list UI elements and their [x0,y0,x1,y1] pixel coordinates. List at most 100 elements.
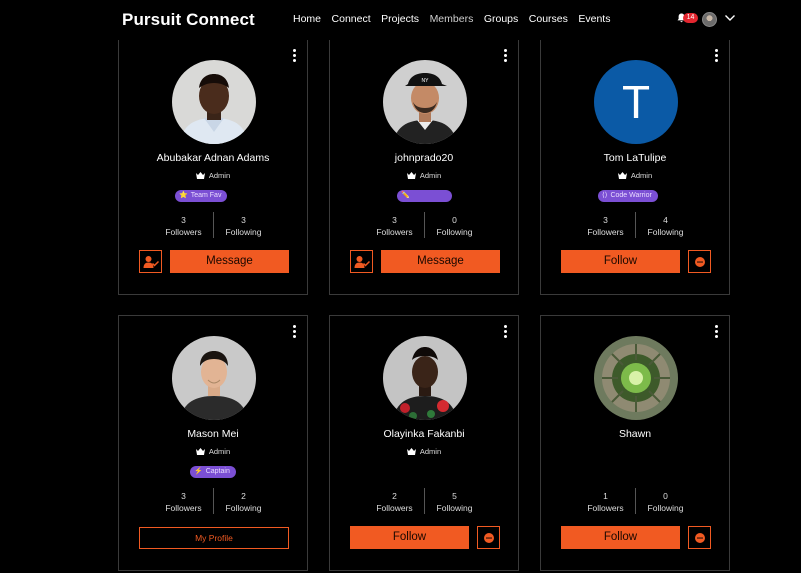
following-count: 0 [452,215,457,225]
following-label: Following [225,227,262,237]
nav-events[interactable]: Events [578,13,610,25]
chat-button[interactable] [477,526,500,549]
user-check-icon [354,255,370,268]
nav-courses[interactable]: Courses [529,13,568,25]
following-label: Following [225,503,262,513]
crown-icon [195,172,205,179]
nav-members[interactable]: Members [430,13,474,25]
member-role: Admin [541,171,729,180]
followers-stat[interactable]: 2 Followers [372,490,417,514]
member-avatar[interactable] [172,336,256,420]
code-icon: ⟨⟩ [602,192,608,199]
following-stat[interactable]: 0 Following [427,214,482,238]
member-avatar[interactable] [172,60,256,144]
following-label: Following [647,503,684,513]
following-stat[interactable]: 5 Following [427,490,482,514]
following-count: 0 [663,491,668,501]
member-card: Abubakar Adnan Adams Admin ⭐ Team Fav 3 Fo… [118,40,308,295]
stats-divider [213,488,214,514]
following-stat[interactable]: 2 Following [216,490,271,514]
member-card: Olayinka Fakanbi Admin 2 Followers 5 Follo… [329,315,519,571]
following-label: Following [436,227,473,237]
following-count: 3 [241,215,246,225]
friend-status-button[interactable] [350,250,373,273]
more-options-icon[interactable] [292,325,296,338]
member-avatar[interactable] [594,336,678,420]
member-card: NY johnprado20 Admin ✏️ 3 Followers 0 Foll… [329,40,519,295]
member-name[interactable]: johnprado20 [330,152,518,164]
followers-stat[interactable]: 3 Followers [161,214,206,238]
member-name[interactable]: Olayinka Fakanbi [330,428,518,440]
role-label: Admin [208,171,231,180]
member-avatar[interactable] [383,336,467,420]
followers-count: 1 [603,491,608,501]
member-stats: 3 Followers 2 Following [119,488,307,514]
pencil-icon: ✏️ [401,192,410,199]
crown-icon [617,172,627,179]
role-label: Admin [208,447,231,456]
friend-status-button[interactable] [139,250,162,273]
followers-stat[interactable]: 3 Followers [161,490,206,514]
brand-logo[interactable]: Pursuit Connect [122,10,255,30]
more-options-icon[interactable] [714,49,718,62]
message-button[interactable]: Message [381,250,500,273]
follow-button[interactable]: Follow [350,526,469,549]
followers-stat[interactable]: 3 Followers [372,214,417,238]
role-label: Admin [419,447,442,456]
more-options-icon[interactable] [503,325,507,338]
follow-button[interactable]: Follow [561,526,680,549]
stats-divider [635,212,636,238]
more-options-icon[interactable] [503,49,507,62]
member-role: Admin [330,447,518,456]
members-page: Pursuit Connect Home Connect Projects Me… [0,0,801,573]
member-stats: 1 Followers 0 Following [541,488,729,514]
followers-count: 3 [181,215,186,225]
member-role: Admin [119,171,307,180]
badge-label: Code Warrior [610,192,652,199]
stats-divider [213,212,214,238]
chevron-down-icon[interactable] [724,13,736,23]
followers-label: Followers [587,503,624,513]
member-badge: ⚡ Captain [190,466,236,478]
nav-groups[interactable]: Groups [484,13,518,25]
followers-count: 3 [392,215,397,225]
crown-icon [195,448,205,455]
account-avatar[interactable] [702,12,717,27]
star-icon: ⭐ [179,192,188,199]
member-badge: ✏️ [397,190,452,202]
following-count: 2 [241,491,246,501]
nav-connect[interactable]: Connect [332,13,371,25]
member-stats: 3 Followers 0 Following [330,212,518,238]
nav-home[interactable]: Home [293,13,321,25]
chat-button[interactable] [688,526,711,549]
member-stats: 3 Followers 3 Following [119,212,307,238]
message-button[interactable]: Message [170,250,289,273]
followers-count: 3 [603,215,608,225]
member-card: T Tom LaTulipe Admin ⟨⟩ Code Warrior 3 Fol… [540,40,730,295]
followers-count: 2 [392,491,397,501]
followers-stat[interactable]: 3 Followers [583,214,628,238]
more-options-icon[interactable] [714,325,718,338]
my-profile-button[interactable]: My Profile [139,527,289,549]
following-count: 5 [452,491,457,501]
followers-stat[interactable]: 1 Followers [583,490,628,514]
following-stat[interactable]: 3 Following [216,214,271,238]
following-stat[interactable]: 4 Following [638,214,693,238]
follow-button[interactable]: Follow [561,250,680,273]
member-role: Admin [119,447,307,456]
member-avatar[interactable]: NY [383,60,467,144]
member-name[interactable]: Abubakar Adnan Adams [119,152,307,164]
member-name[interactable]: Mason Mei [119,428,307,440]
member-stats: 2 Followers 5 Following [330,488,518,514]
member-name[interactable]: Tom LaTulipe [541,152,729,164]
member-card: Shawn 1 Followers 0 Following Follow [540,315,730,571]
following-stat[interactable]: 0 Following [638,490,693,514]
chat-button[interactable] [688,250,711,273]
nav-projects[interactable]: Projects [381,13,419,25]
more-options-icon[interactable] [292,49,296,62]
member-name[interactable]: Shawn [541,428,729,440]
stats-divider [424,488,425,514]
member-avatar[interactable]: T [594,60,678,144]
notifications-button[interactable]: 14 [677,12,699,26]
followers-label: Followers [587,227,624,237]
